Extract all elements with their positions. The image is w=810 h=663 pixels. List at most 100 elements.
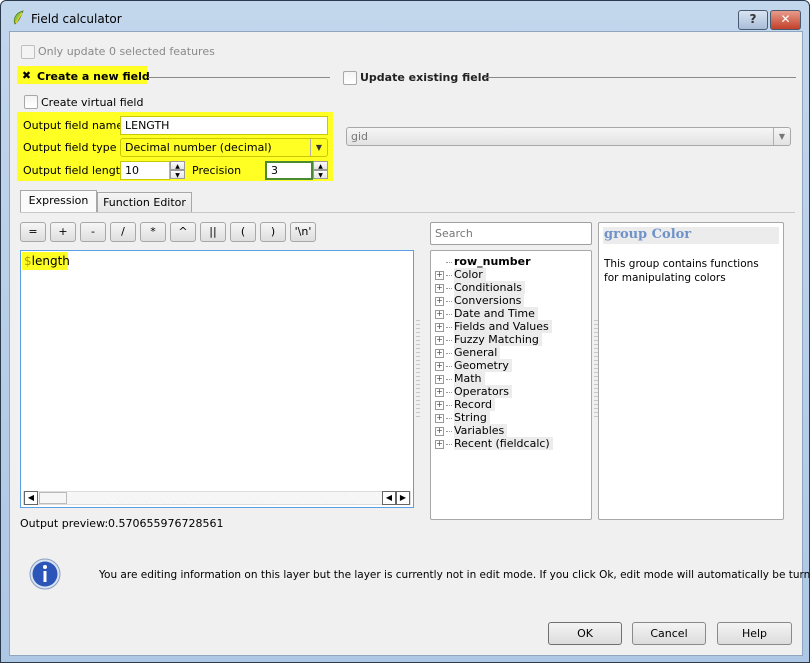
spin-up-icon[interactable]: ▲ [313,161,328,170]
chevron-down-icon: ▼ [310,139,327,156]
update-existing-field-label[interactable]: Update existing field [360,71,489,84]
cancel-button[interactable]: Cancel [632,622,706,645]
expand-icon[interactable]: + [435,361,444,371]
expand-icon[interactable]: + [435,270,444,280]
function-group-item[interactable]: + Date and Time [435,307,538,320]
function-help-panel: group Color This group contains function… [598,222,784,520]
expression-text: $length [24,254,70,268]
operator-power-button[interactable]: ^ [170,222,196,242]
scroll-right-icon[interactable]: ▶ [396,491,410,505]
output-field-length-input[interactable]: 10 [120,161,170,180]
close-button[interactable]: ✕ [770,10,801,30]
operator-open-paren-button[interactable]: ( [230,222,256,242]
expand-icon[interactable]: + [435,335,444,345]
splitter-handle[interactable] [416,317,420,417]
operator-close-paren-button[interactable]: ) [260,222,286,242]
function-group-item[interactable]: + String [435,411,490,424]
function-tree[interactable]: row_number + Color + Conditionals + Conversion… [430,250,592,520]
expand-icon[interactable]: + [435,439,444,449]
tree-connector [446,365,452,367]
expand-icon[interactable]: + [435,309,444,319]
function-group-item[interactable]: + Record [435,398,496,411]
function-group-item[interactable]: + Conditionals [435,281,526,294]
expand-icon[interactable]: + [435,426,444,436]
function-group-item[interactable]: + Math [435,372,485,385]
expand-icon[interactable]: + [435,413,444,423]
function-group-item[interactable]: + Variables [435,424,508,437]
function-group-item[interactable]: + General [435,346,501,359]
function-group-item[interactable]: + Fuzzy Matching [435,333,542,346]
operator-newline-button[interactable]: '\n' [290,222,316,242]
create-new-field-label[interactable]: Create a new field [37,70,150,83]
precision-spinner[interactable]: ▲ ▼ [313,161,328,180]
expand-icon[interactable]: + [435,387,444,397]
ok-button[interactable]: OK [548,622,622,645]
tab-function-editor[interactable]: Function Editor [97,192,192,213]
only-update-selected-checkbox[interactable] [21,45,35,59]
title-bar[interactable]: Field calculator ? ✕ [1,1,809,31]
group-divider [148,77,330,78]
function-group-item[interactable]: + Color [435,268,486,281]
scrollbar-thumb[interactable] [39,492,67,504]
expand-icon[interactable]: + [435,348,444,358]
function-group-label: Record [454,398,496,411]
function-search-input[interactable]: Search [430,222,592,245]
spin-down-icon[interactable]: ▼ [170,170,185,179]
expand-icon[interactable]: + [435,283,444,293]
precision-input[interactable]: 3 [265,161,313,180]
output-field-type-value: Decimal number (decimal) [125,141,272,154]
output-field-name-input[interactable]: LENGTH [120,116,328,135]
scroll-left-icon[interactable]: ◀ [24,491,38,505]
spin-up-icon[interactable]: ▲ [170,161,185,170]
field-calculator-dialog: Field calculator ? ✕ Only update 0 selec… [0,0,810,663]
function-group-item[interactable]: row_number [435,255,534,268]
create-new-field-checkbox[interactable]: ✖ [21,70,32,81]
function-group-item[interactable]: + Operators [435,385,512,398]
help-button[interactable]: Help [717,622,792,645]
expression-editor[interactable]: $length ◀ ◀ ▶ [20,250,414,508]
operator-multiply-button[interactable]: * [140,222,166,242]
function-group-label: Conversions [454,294,525,307]
output-field-name-label: Output field name [23,119,124,132]
function-group-item[interactable]: + Recent (fieldcalc) [435,437,553,450]
function-group-label: Color [454,268,486,281]
operator-divide-button[interactable]: / [110,222,136,242]
operator-plus-button[interactable]: + [50,222,76,242]
help-title: group Color [604,227,692,242]
create-virtual-field-label: Create virtual field [41,96,144,109]
operator-concat-button[interactable]: || [200,222,226,242]
tree-connector [446,326,452,328]
only-update-selected-label: Only update 0 selected features [38,45,215,58]
tab-expression[interactable]: Expression [20,190,97,213]
expand-icon[interactable]: + [435,296,444,306]
output-preview-value: 0.570655976728561 [108,517,224,530]
function-group-item[interactable]: + Conversions [435,294,525,307]
operator-equals-button[interactable]: = [20,222,46,242]
expand-icon[interactable]: + [435,400,444,410]
output-field-length-spinner[interactable]: ▲ ▼ [170,161,185,180]
function-group-label: Recent (fieldcalc) [454,437,553,450]
function-group-item[interactable]: + Geometry [435,359,512,372]
horizontal-scrollbar[interactable]: ◀ ◀ ▶ [23,491,411,505]
expand-icon[interactable]: + [435,374,444,384]
output-field-type-select[interactable]: Decimal number (decimal) ▼ [120,138,328,157]
operator-minus-button[interactable]: - [80,222,106,242]
function-group-label: Fuzzy Matching [454,333,542,346]
create-virtual-field-checkbox[interactable] [24,95,38,109]
spin-down-icon[interactable]: ▼ [313,170,328,179]
chevron-down-icon: ▼ [773,128,790,145]
function-group-label: Conditionals [454,281,526,294]
qgis-logo-icon [13,10,24,25]
edit-mode-info-message: You are editing information on this laye… [99,569,810,581]
context-help-button[interactable]: ? [738,10,768,30]
expand-icon[interactable]: + [435,322,444,332]
existing-field-select[interactable]: gid ▼ [346,127,791,146]
function-group-label: row_number [454,255,534,268]
output-field-length-label: Output field length [23,164,128,177]
function-group-label: General [454,346,501,359]
update-existing-field-checkbox[interactable] [343,71,357,85]
function-group-label: Variables [454,424,508,437]
scroll-left-icon[interactable]: ◀ [382,491,396,505]
expression-prefix: $ [24,254,32,268]
function-group-item[interactable]: + Fields and Values [435,320,552,333]
